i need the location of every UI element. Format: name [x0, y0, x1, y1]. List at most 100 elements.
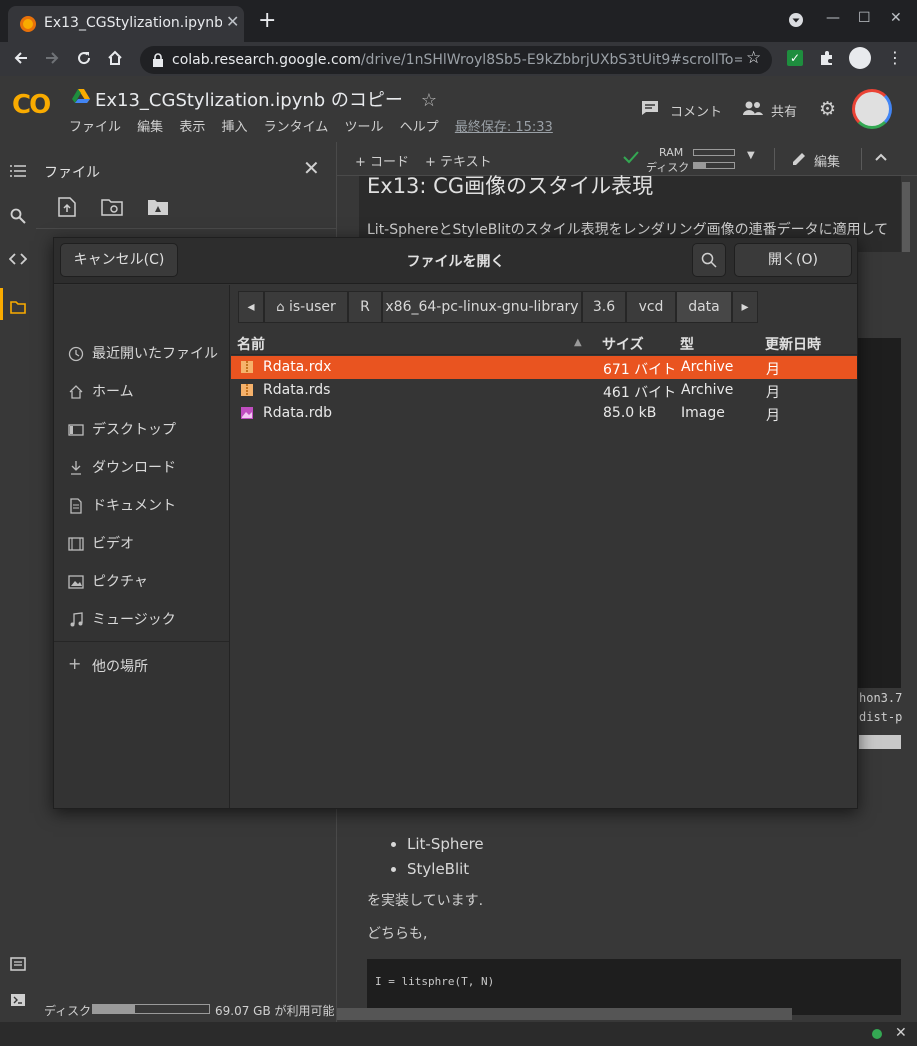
horizontal-scrollbar[interactable]: [337, 1008, 792, 1020]
comment-icon[interactable]: [641, 100, 659, 116]
menu-edit[interactable]: 編集: [137, 120, 163, 135]
file-open-dialog: キャンセル(C) ファイルを開く 開く(O) 最近開いたファイル ホーム デスク…: [53, 237, 858, 809]
code-snippets-icon[interactable]: [9, 253, 27, 265]
command-palette-icon[interactable]: [10, 957, 26, 971]
files-folder-icon[interactable]: [10, 300, 26, 314]
edit-pencil-icon[interactable]: [791, 151, 807, 167]
extensions-puzzle-icon[interactable]: [818, 49, 836, 67]
menu-view[interactable]: 表示: [179, 120, 205, 135]
home-icon: [69, 385, 83, 399]
minimize-icon[interactable]: —: [826, 10, 840, 26]
terminal-icon[interactable]: [10, 993, 26, 1007]
mount-drive-icon[interactable]: [147, 198, 169, 216]
file-modified: 月: [766, 362, 780, 378]
status-bar: ✕: [0, 1022, 917, 1046]
path-crumb[interactable]: R: [348, 291, 382, 323]
last-saved-link[interactable]: 最終保存: 15:33: [455, 120, 553, 135]
column-type[interactable]: 型: [680, 334, 694, 354]
code-text: I = litsphre(T, N): [375, 975, 495, 988]
file-list-header: 名前 ▲ サイズ 型 更新日時: [231, 331, 857, 355]
sidebar-close-icon[interactable]: ✕: [303, 156, 320, 180]
search-icon: [701, 252, 717, 268]
upload-file-icon[interactable]: [58, 197, 76, 217]
share-people-icon[interactable]: [742, 100, 764, 116]
path-crumb[interactable]: vcd: [626, 291, 676, 323]
search-icon[interactable]: [10, 208, 26, 224]
tab-close-icon[interactable]: ✕: [226, 12, 239, 31]
file-type: Archive: [681, 382, 734, 398]
settings-gear-icon[interactable]: ⚙: [819, 100, 836, 119]
plus-icon: +: [68, 654, 82, 673]
file-size: 671 バイト: [603, 362, 677, 378]
chrome-menu-icon[interactable]: ⋮: [887, 48, 903, 67]
file-type: Archive: [681, 359, 734, 375]
column-modified[interactable]: 更新日時: [765, 334, 821, 354]
resources-dropdown-icon[interactable]: ▼: [747, 150, 755, 161]
path-crumb-current[interactable]: data: [676, 291, 732, 323]
sidebar-divider: [36, 228, 336, 229]
search-button[interactable]: [692, 243, 726, 277]
menu-help[interactable]: ヘルプ: [400, 120, 439, 135]
column-name[interactable]: 名前: [237, 334, 265, 354]
star-notebook-icon[interactable]: ☆: [421, 90, 437, 111]
lock-icon[interactable]: [152, 53, 164, 67]
maximize-icon[interactable]: ☐: [858, 10, 871, 26]
status-close-icon[interactable]: ✕: [895, 1025, 907, 1041]
ram-usage-bar[interactable]: [693, 149, 735, 156]
path-crumb[interactable]: 3.6: [582, 291, 626, 323]
comment-button[interactable]: コメント: [670, 101, 722, 120]
add-text-button[interactable]: + テキスト: [425, 151, 492, 170]
browser-tab-bar: Ex13_CGStylization.ipynb ✕ + — ☐ ✕: [0, 0, 917, 42]
menu-bar: ファイル 編集 表示 挿入 ランタイム ツール ヘルプ 最終保存: 15:33: [69, 116, 565, 135]
list-item: StyleBlit: [407, 857, 484, 882]
colab-logo[interactable]: CO: [12, 90, 51, 120]
places-divider: [54, 641, 229, 642]
refresh-folder-icon[interactable]: [101, 198, 123, 216]
tab-search-icon[interactable]: [788, 12, 804, 28]
menu-insert[interactable]: 挿入: [221, 120, 247, 135]
browser-tab[interactable]: Ex13_CGStylization.ipynb ✕: [8, 6, 244, 42]
bookmark-star-icon[interactable]: ☆: [746, 48, 761, 68]
disk-resource-bar[interactable]: [693, 162, 735, 169]
cell-scrollbar[interactable]: [902, 182, 910, 252]
collapse-chevron-icon[interactable]: [874, 152, 888, 162]
file-row[interactable]: Rdata.rdb 85.0 kB Image 月: [231, 402, 857, 425]
address-bar[interactable]: colab.research.google.com/drive/1nSHlWro…: [140, 46, 772, 74]
file-row[interactable]: Rdata.rdx 671 バイト Archive 月: [231, 356, 857, 379]
edit-button[interactable]: 編集: [814, 151, 840, 170]
disk-free-text: 69.07 GB が利用可能: [215, 1004, 335, 1018]
path-scroll-right-icon[interactable]: ▸: [732, 291, 758, 323]
path-scroll-left-icon[interactable]: ◂: [238, 291, 264, 323]
forward-icon[interactable]: [43, 49, 61, 67]
home-icon: ⌂: [276, 300, 285, 315]
menu-runtime[interactable]: ランタイム: [264, 120, 329, 135]
active-indicator: [0, 288, 3, 320]
table-of-contents-icon[interactable]: [10, 164, 26, 178]
home-icon[interactable]: [106, 49, 124, 67]
toolbar-divider: [774, 148, 775, 170]
new-tab-icon[interactable]: +: [258, 8, 276, 33]
column-size[interactable]: サイズ: [602, 334, 644, 354]
account-avatar[interactable]: [852, 89, 892, 129]
menu-tools[interactable]: ツール: [345, 120, 384, 135]
notebook-title[interactable]: Ex13_CGStylization.ipynb のコピー ☆: [95, 86, 437, 112]
share-button[interactable]: 共有: [771, 101, 797, 120]
disk-usage-fill: [93, 1005, 135, 1013]
profile-avatar-icon[interactable]: [849, 47, 871, 69]
back-icon[interactable]: [12, 49, 30, 67]
file-size: 85.0 kB: [603, 405, 657, 421]
body-text: どちらも,: [367, 926, 428, 942]
path-crumb-home[interactable]: ⌂ is-user: [264, 291, 348, 323]
code-cell[interactable]: I = litsphre(T, N): [367, 959, 901, 1015]
reload-icon[interactable]: [75, 49, 93, 67]
path-crumb[interactable]: x86_64-pc-linux-gnu-library: [382, 291, 582, 323]
file-row[interactable]: Rdata.rds 461 バイト Archive 月: [231, 379, 857, 402]
left-rail: [0, 142, 36, 1022]
menu-file[interactable]: ファイル: [69, 120, 121, 135]
extension-check-icon[interactable]: ✓: [787, 50, 803, 66]
list-item: Lit-Sphere: [407, 832, 484, 857]
open-button[interactable]: 開く(O): [734, 243, 852, 277]
window-close-icon[interactable]: ✕: [890, 10, 902, 26]
add-code-button[interactable]: + コード: [355, 151, 409, 170]
disk-usage-bar: [92, 1004, 210, 1014]
